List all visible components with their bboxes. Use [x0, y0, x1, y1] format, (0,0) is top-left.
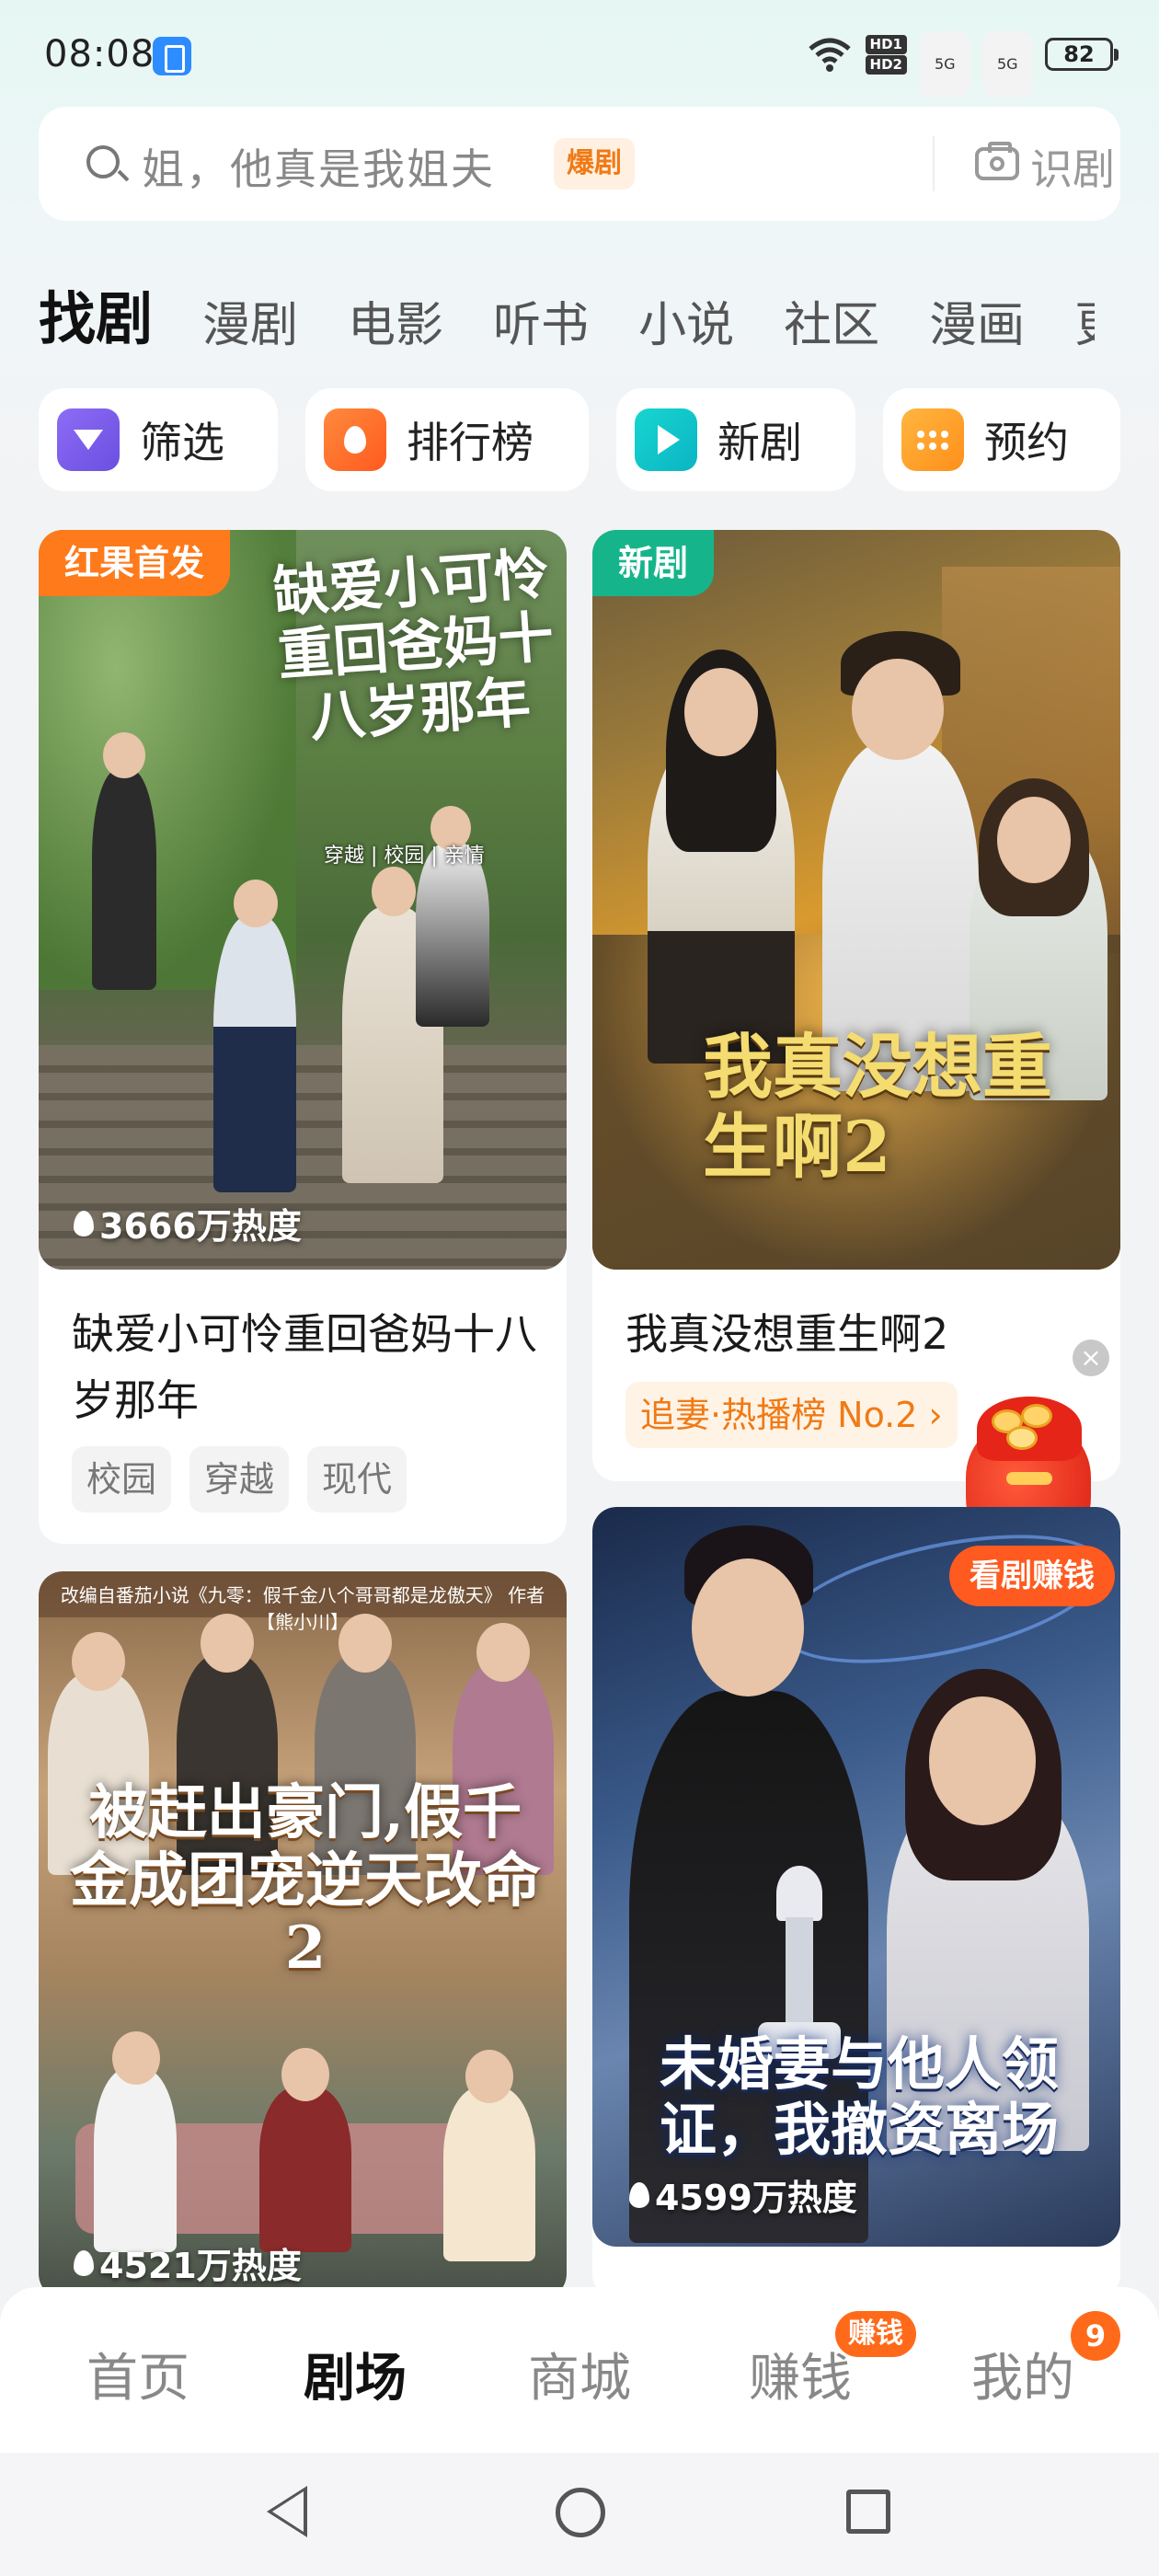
poster-figure [92, 769, 156, 990]
tag-campus[interactable]: 校园 [72, 1446, 172, 1512]
heat-count: 3666万热度 [74, 1198, 302, 1248]
category-tabs: 找剧 漫剧 电影 听书 小说 社区 漫画 更 [39, 274, 1159, 355]
flame-icon [74, 1210, 94, 1236]
poster-title-art: 我真没想重生啊2 [703, 1026, 1052, 1189]
wifi-icon [808, 38, 851, 72]
tab-audiobook[interactable]: 听书 [493, 286, 589, 355]
status-bar: 08:08 HD1 HD2 5G 5G 82 [0, 0, 1159, 107]
drama-card-1[interactable]: 缺爱小可怜重回爸妈十八岁那年 穿越 | 校园 | 亲情 3666万热度 红果首发… [39, 530, 567, 1544]
filter-icon [57, 408, 120, 471]
tab-novel[interactable]: 小说 [638, 286, 734, 355]
drama-card-2[interactable]: 我真没想重生啊2 新剧 我真没想重生啊2 追妻·热播榜 No.2 › [592, 530, 1120, 1481]
reserve-button[interactable]: 预约 [883, 388, 1120, 491]
status-time: 08:08 [44, 33, 155, 75]
ranking-tag[interactable]: 追妻·热播榜 No.2 › [625, 1382, 958, 1448]
nav-mine[interactable]: 我的 [971, 2337, 1074, 2411]
nav-mall[interactable]: 商城 [528, 2337, 631, 2411]
first-release-badge: 红果首发 [39, 530, 231, 596]
poster-figure [443, 2087, 535, 2261]
poster-title-art: 未婚妻与他人领证，我撤资离场 [659, 2030, 1059, 2164]
nav-earn[interactable]: 赚钱 [749, 2337, 852, 2411]
search-icon [86, 145, 120, 178]
bottom-nav: 首页 剧场 商城 赚钱 赚钱 我的 9 [0, 2287, 1159, 2453]
tab-find-drama[interactable]: 找剧 [39, 272, 153, 355]
watch-earn-badge[interactable]: 看剧赚钱 [949, 1546, 1115, 1606]
poster-figure [94, 2068, 177, 2252]
tab-movie[interactable]: 电影 [348, 286, 443, 355]
poster-title-art: 缺爱小可怜重回爸妈十八岁那年 [271, 541, 557, 751]
ranking-button[interactable]: 排行榜 [305, 388, 589, 491]
search-bar[interactable]: 姐，他真是我姐夫 爆剧 识剧 [39, 107, 1120, 221]
search-placeholder[interactable]: 姐，他真是我姐夫 [142, 136, 495, 197]
search-divider [933, 136, 935, 191]
tab-overflow[interactable]: 更 [1074, 286, 1095, 355]
poster-title-art: 被赶出豪门,假千金成团宠逆天改命2 [70, 1778, 541, 1984]
tab-manga[interactable]: 漫画 [929, 286, 1025, 355]
grid-dots-icon [901, 408, 964, 471]
poster-figure [416, 843, 489, 1027]
drama-poster-3[interactable]: 改编自番茄小说《九零：假千金八个哥哥都是龙傲天》 作者【熊小川】 被赶出豪门,假… [39, 1571, 567, 2298]
drama-poster-4[interactable]: 未婚妻与他人领证，我撤资离场 4599万热度 [592, 1507, 1120, 2247]
camera-icon[interactable] [975, 142, 1019, 180]
flame-icon [629, 2181, 649, 2208]
battery-icon: 82 [1045, 38, 1119, 71]
home-icon[interactable] [556, 2488, 605, 2537]
recognize-drama-button[interactable]: 识剧 [1030, 136, 1115, 197]
play-icon [635, 408, 697, 471]
tab-community[interactable]: 社区 [784, 286, 879, 355]
signal-icon-1: 5G [920, 31, 970, 98]
drama-poster-2[interactable]: 我真没想重生啊2 [592, 530, 1120, 1270]
drama-title-1[interactable]: 缺爱小可怜重回爸妈十八岁那年 [72, 1301, 550, 1433]
new-drama-badge: 新剧 [592, 530, 715, 596]
tag-modern[interactable]: 现代 [307, 1446, 407, 1512]
search-hot-badge: 爆剧 [554, 138, 635, 190]
drama-tags-1: 校园 穿越 现代 [72, 1446, 425, 1512]
flame-icon [324, 408, 386, 471]
earn-badge: 赚钱 [835, 2311, 916, 2357]
heat-count: 4599万热度 [629, 2169, 857, 2220]
back-icon[interactable] [267, 2486, 307, 2537]
drama-card-3[interactable]: 改编自番茄小说《九零：假千金八个哥哥都是龙傲天》 作者【熊小川】 被赶出豪门,假… [39, 1571, 567, 2298]
flame-icon [74, 2249, 94, 2276]
heat-count: 4521万热度 [74, 2237, 302, 2288]
recent-apps-icon[interactable] [846, 2490, 890, 2534]
app-notification-icon [153, 37, 191, 75]
drama-card-4[interactable]: 未婚妻与他人领证，我撤资离场 4599万热度 看剧赚钱 [592, 1507, 1120, 2298]
nav-theater[interactable]: 剧场 [304, 2337, 407, 2411]
drama-poster-1[interactable]: 缺爱小可怜重回爸妈十八岁那年 穿越 | 校园 | 亲情 3666万热度 [39, 530, 567, 1270]
new-drama-button[interactable]: 新剧 [616, 388, 855, 491]
poster-figure [259, 2087, 351, 2252]
quick-actions: 筛选 排行榜 新剧 预约 [39, 388, 1120, 491]
filter-button[interactable]: 筛选 [39, 388, 278, 491]
poster-caption: 改编自番茄小说《九零：假千金八个哥哥都是龙傲天》 作者【熊小川】 [60, 1584, 545, 1633]
chevron-right-icon: › [928, 1395, 943, 1435]
status-indicators: HD1 HD2 5G 5G 82 [807, 31, 1119, 98]
hd-indicator: HD1 HD2 [865, 34, 907, 75]
poster-genres: 穿越 | 校园 | 亲情 [324, 845, 485, 868]
tag-time-travel[interactable]: 穿越 [189, 1446, 290, 1512]
poster-figure [213, 916, 296, 1192]
signal-icon-2: 5G [982, 31, 1033, 98]
nav-home[interactable]: 首页 [86, 2337, 189, 2411]
mine-badge: 9 [1071, 2311, 1120, 2361]
close-icon[interactable]: × [1073, 1340, 1109, 1376]
drama-title-2[interactable]: 我真没想重生啊2 [625, 1301, 1085, 1367]
tab-comic-drama[interactable]: 漫剧 [202, 286, 298, 355]
system-nav-bar [0, 2453, 1159, 2576]
